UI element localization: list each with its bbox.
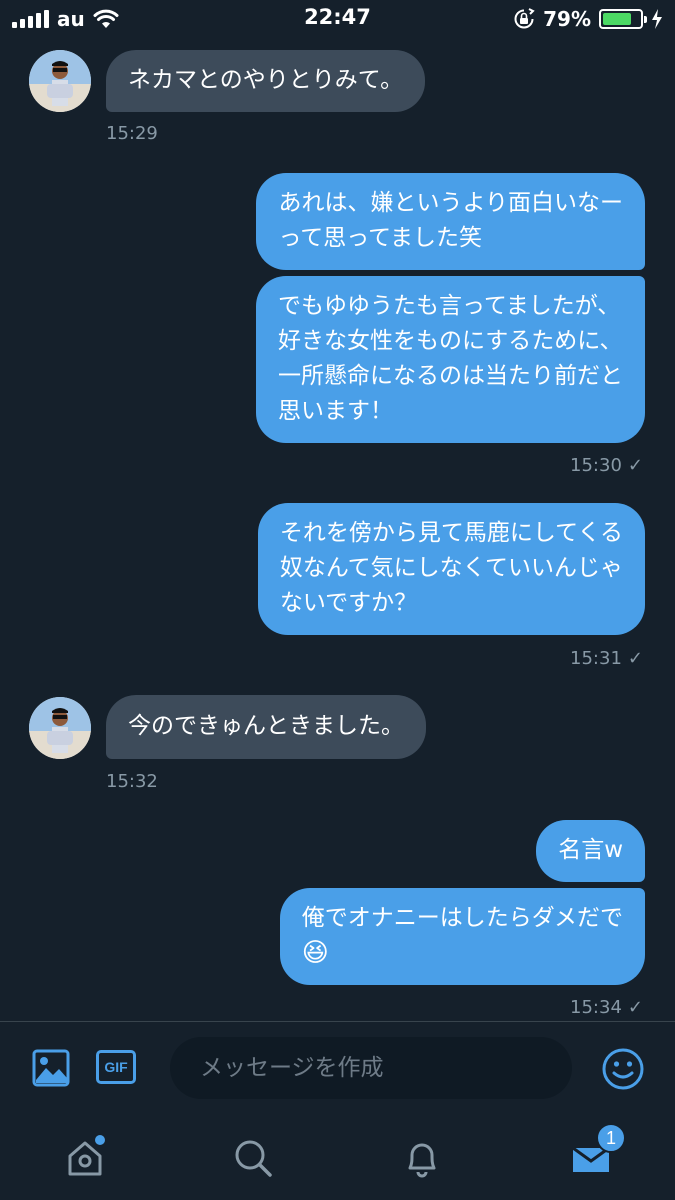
tab-home[interactable] [60, 1133, 110, 1183]
status-right: 79% [513, 6, 663, 32]
message-composer: GIF [0, 1021, 675, 1117]
tab-messages[interactable]: 1 [566, 1123, 626, 1183]
battery-percent: 79% [543, 7, 591, 31]
incoming-message: ネカマとのやりとりみて。 [106, 50, 426, 112]
message-timestamp: 15:34 ✓ [570, 997, 643, 1018]
image-button[interactable] [30, 1047, 72, 1089]
emoji-button[interactable] [600, 1046, 646, 1092]
avatar[interactable] [29, 50, 91, 112]
message-timestamp: 15:29 [106, 123, 158, 144]
timestamp-text: 15:31 [570, 648, 622, 669]
avatar[interactable] [29, 697, 91, 759]
sent-check-icon: ✓ [627, 455, 643, 476]
message-timestamp: 15:30 ✓ [570, 455, 643, 476]
outgoing-message: 俺でオナニーはしたらダメだで 😆 [279, 888, 645, 985]
avatar-image [29, 697, 91, 759]
search-icon [235, 1140, 272, 1177]
outgoing-message: それを傍から見て馬鹿にしてくる 奴なんて気にしなくていいんじゃ ないですか？ [257, 503, 645, 635]
laughing-emoji-icon: 😆 [301, 938, 329, 968]
image-icon [32, 1049, 70, 1087]
outgoing-message: 名言w [536, 820, 645, 882]
message-input[interactable] [170, 1037, 572, 1099]
gif-button[interactable]: GIF [96, 1050, 136, 1084]
message-timestamp: 15:32 [106, 771, 158, 792]
sent-check-icon: ✓ [627, 997, 643, 1018]
gif-icon: GIF [96, 1050, 136, 1084]
tab-search[interactable] [228, 1133, 278, 1183]
incoming-message: 今のできゅんときました。 [106, 695, 426, 759]
battery-icon [599, 9, 647, 29]
charging-icon [652, 9, 662, 29]
outgoing-message: でもゆゆうたも言ってましたが、 好きな女性をものにするために、 一所懸命になるの… [256, 276, 645, 443]
tab-bar: 1 [0, 1117, 675, 1200]
sent-check-icon: ✓ [627, 648, 643, 669]
avatar-image [29, 50, 91, 112]
message-text: 俺でオナニーはしたらダメだで [301, 905, 623, 931]
bell-icon [408, 1143, 436, 1178]
home-notification-dot [95, 1135, 105, 1145]
timestamp-text: 15:30 [570, 455, 622, 476]
smiley-icon [602, 1048, 644, 1090]
status-bar: au 22:47 79% [0, 0, 675, 40]
message-timestamp: 15:31 ✓ [570, 648, 643, 669]
timestamp-text: 15:34 [570, 997, 622, 1018]
messages-badge: 1 [596, 1123, 626, 1153]
outgoing-message: あれは、嫌というより面白いなー って思ってました笑 [256, 173, 645, 270]
battery-fill [603, 13, 631, 25]
tab-notifications[interactable] [397, 1133, 447, 1183]
rotation-lock-icon [514, 8, 535, 29]
